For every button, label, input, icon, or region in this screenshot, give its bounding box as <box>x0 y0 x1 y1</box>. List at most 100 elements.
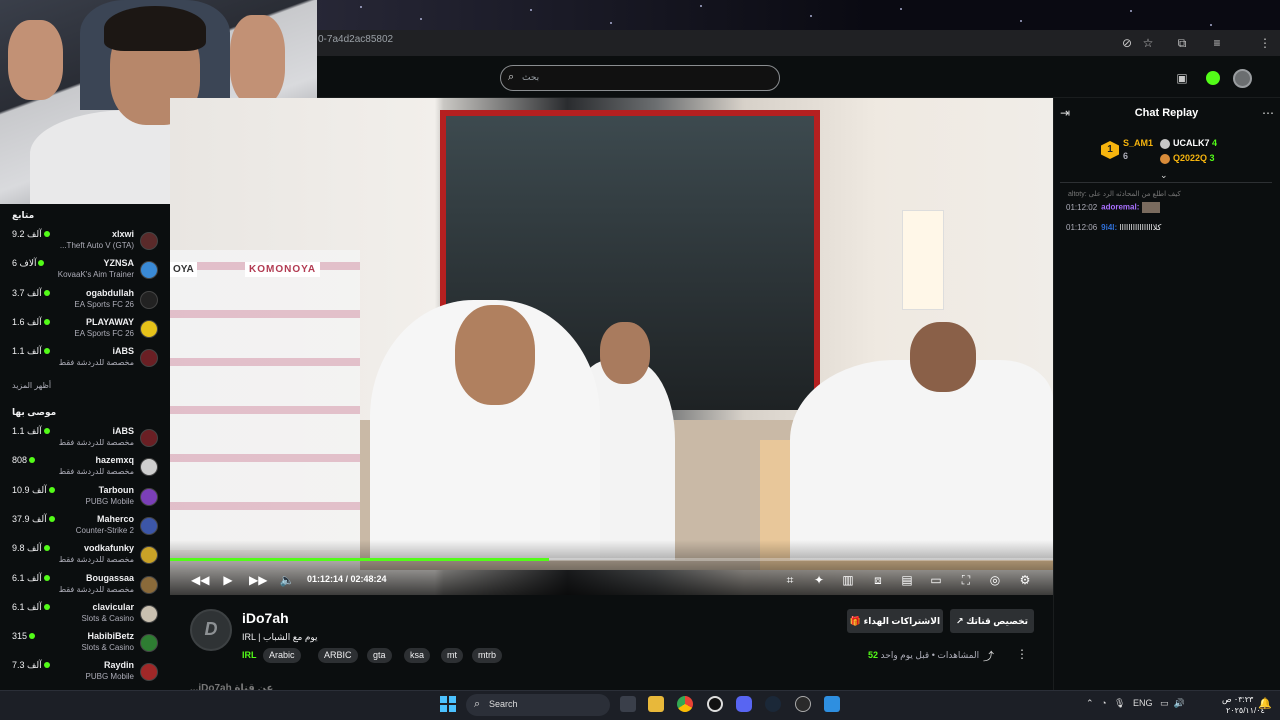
discord-icon[interactable] <box>736 696 752 712</box>
channel-avatar <box>140 663 158 682</box>
network-icon[interactable]: ◔ <box>1101 698 1106 708</box>
video-controls-shade <box>170 540 1053 595</box>
chevron-up-icon[interactable]: ⌃ <box>1086 698 1094 708</box>
sidebar-channel-item[interactable]: 9.8 آلف vodkafunky مخصصة للدردشة فقط <box>0 540 170 569</box>
speed-icon[interactable]: ◎ <box>987 572 1003 588</box>
customize-channel-button[interactable]: ↗ تخصيص قناتك <box>950 609 1034 633</box>
sidebar-channel-item[interactable]: 7.3 آلف Raydin PUBG Mobile <box>0 657 170 686</box>
speaker-icon[interactable]: 🔊 <box>1174 698 1185 708</box>
notification-bell-icon[interactable]: 🔔 <box>1258 697 1272 710</box>
volume-icon[interactable]: 🔈 <box>279 572 295 588</box>
message-text: كلاااااااااااااااا <box>1119 223 1162 232</box>
channel-category: Slots & Casino <box>81 643 134 653</box>
sparkle-icon[interactable]: ✦ <box>811 572 827 588</box>
top-gifter-2-name: UCALK7 <box>1173 138 1210 148</box>
pip-icon[interactable]: ⧈ <box>870 572 886 588</box>
sidebar-channel-item[interactable]: 10.9 آلف Tarboun PUBG Mobile <box>0 482 170 511</box>
extensions-icon[interactable]: ⧉ <box>1173 34 1191 52</box>
theater-mode-icon[interactable]: ▭ <box>928 572 944 588</box>
store-icon[interactable] <box>824 696 840 712</box>
address-url[interactable]: 0-7a4d2ac85802 <box>318 34 393 45</box>
video-person-right <box>790 360 1053 560</box>
clip-icon[interactable]: ▤ <box>899 572 915 588</box>
rewind-icon[interactable]: ◀◀ <box>191 572 209 588</box>
fullscreen-icon[interactable]: ⛶ <box>958 572 974 588</box>
fast-forward-icon[interactable]: ▶▶ <box>249 572 267 588</box>
category-link[interactable]: IRL <box>242 650 257 660</box>
tag-chip[interactable]: gta <box>367 648 392 663</box>
channel-name: YZNSA <box>103 258 134 269</box>
tag-chip[interactable]: ARBIC <box>318 648 358 663</box>
show-more-link[interactable]: أظهر المزيد <box>12 381 51 390</box>
webcam-hair <box>104 6 206 51</box>
obs-icon[interactable] <box>795 696 811 712</box>
tag-chip[interactable]: Arabic <box>263 648 301 663</box>
sidebar-channel-item[interactable]: 315 HabibiBetz Slots & Casino <box>0 628 170 657</box>
sidebar-channel-item[interactable]: 1.1 آلف iABS مخصصة للدردشة فقط <box>0 423 170 452</box>
sidebar-channel-item[interactable]: 1.1 آلف iABS مخصصة للدردشة فقط <box>0 343 170 372</box>
media-icon[interactable]: ≡ <box>1208 34 1226 52</box>
steam-icon[interactable] <box>765 696 781 712</box>
meta-separator: • <box>929 650 935 660</box>
gifter-badge-icon <box>1160 153 1170 164</box>
share-icon[interactable]: ⤴ <box>983 648 994 664</box>
taskbar-search[interactable] <box>466 694 610 716</box>
video-person-right-head <box>910 322 976 392</box>
gifter-badge-icon <box>1160 138 1170 149</box>
tag-chip[interactable]: mtrb <box>472 648 502 663</box>
bookmark-star-icon[interactable]: ☆ <box>1139 34 1157 52</box>
play-icon[interactable]: ▶ <box>220 572 236 588</box>
sidebar-channel-item[interactable]: 9.2 آلف xlxwi ...Theft Auto V (GTA) <box>0 226 170 255</box>
gift-subscriptions-button[interactable]: 🎁 الاشتراكات الهداء <box>847 609 943 633</box>
app-icon[interactable] <box>707 696 723 712</box>
top-gifter-2[interactable]: UCALK7 4 <box>1160 138 1217 149</box>
search-input[interactable] <box>500 65 780 91</box>
top-gifter-1-name[interactable]: S_AM1 <box>1123 138 1153 148</box>
channel-name: vodkafunky <box>83 543 134 554</box>
channel-category: ...Theft Auto V (GTA) <box>59 241 134 250</box>
microphone-icon[interactable]: 🎙 <box>1114 698 1125 708</box>
channel-avatar <box>140 232 158 250</box>
video-poster <box>902 210 944 310</box>
expand-gifters-icon[interactable]: ⌄ <box>1160 170 1168 181</box>
more-options-icon[interactable]: ⋮ <box>1016 647 1028 661</box>
channel-name[interactable]: iDo7ah <box>242 610 289 626</box>
display-icon[interactable]: ▭ <box>1160 698 1169 708</box>
top-gifter-3[interactable]: Q2022Q 3 <box>1160 153 1215 164</box>
sidebar-channel-item[interactable]: 37.9 آلف Maherco Counter-Strike 2 <box>0 511 170 540</box>
sidebar-channel-item[interactable]: 3.7 آلف ogabdullah EA Sports FC 26 <box>0 285 170 314</box>
sidebar-channel-item[interactable]: 6.1 آلف Bougassaa مخصصة للدردشة فقط <box>0 570 170 599</box>
tag-chip[interactable]: ksa <box>404 648 431 663</box>
crop-icon[interactable]: ⌗ <box>782 572 798 588</box>
kick-logo-icon[interactable] <box>1206 71 1220 85</box>
channel-category: EA Sports FC 26 <box>74 299 134 309</box>
system-tray[interactable]: ⌃ ◔ 🎙 ENG ▭ 🔊 <box>1086 698 1185 709</box>
user-avatar[interactable] <box>1233 69 1252 88</box>
inventory-icon[interactable]: ▣ <box>1173 69 1191 87</box>
channel-category: مخصصة للدردشة فقط <box>58 438 134 447</box>
views-count: 52 <box>868 650 879 660</box>
sidebar-channel-item[interactable]: 1.6 آلف PLAYAWAY EA Sports FC 26 <box>0 314 170 343</box>
top-gifter-3-count: 3 <box>1209 153 1215 163</box>
seek-bar-progress[interactable] <box>170 558 549 561</box>
folder-icon[interactable] <box>648 696 664 712</box>
chrome-icon[interactable] <box>677 696 693 712</box>
chat-options-icon[interactable]: ⋯ <box>1262 106 1274 120</box>
sidebar-channel-item[interactable]: 6.1 آلف clavicular Slots & Casino <box>0 599 170 628</box>
message-user[interactable]: 9i4l: <box>1101 223 1117 232</box>
stats-icon[interactable]: ▥ <box>840 572 856 588</box>
language-indicator[interactable]: ENG <box>1133 698 1153 708</box>
time-ago: قبل يوم واحد <box>880 650 930 660</box>
channel-avatar <box>140 516 158 535</box>
message-user[interactable]: adoremal: <box>1101 203 1139 212</box>
settings-gear-icon[interactable]: ⚙ <box>1017 572 1033 588</box>
sidebar-channel-item[interactable]: 808 hazemxq مخصصة للدردشة فقط <box>0 452 170 481</box>
eye-off-icon[interactable]: ⊘ <box>1118 34 1136 52</box>
start-icon[interactable] <box>440 696 456 712</box>
clock-time[interactable]: ٠٣:٢٣ ص <box>1222 695 1253 704</box>
menu-dots-icon[interactable]: ⋮ <box>1256 34 1274 52</box>
channel-avatar <box>140 546 158 565</box>
task-view-icon[interactable] <box>620 696 636 712</box>
tag-chip[interactable]: mt <box>441 648 463 663</box>
sidebar-channel-item[interactable]: 6 آلاف YZNSA KovaaK's Aim Trainer <box>0 255 170 284</box>
